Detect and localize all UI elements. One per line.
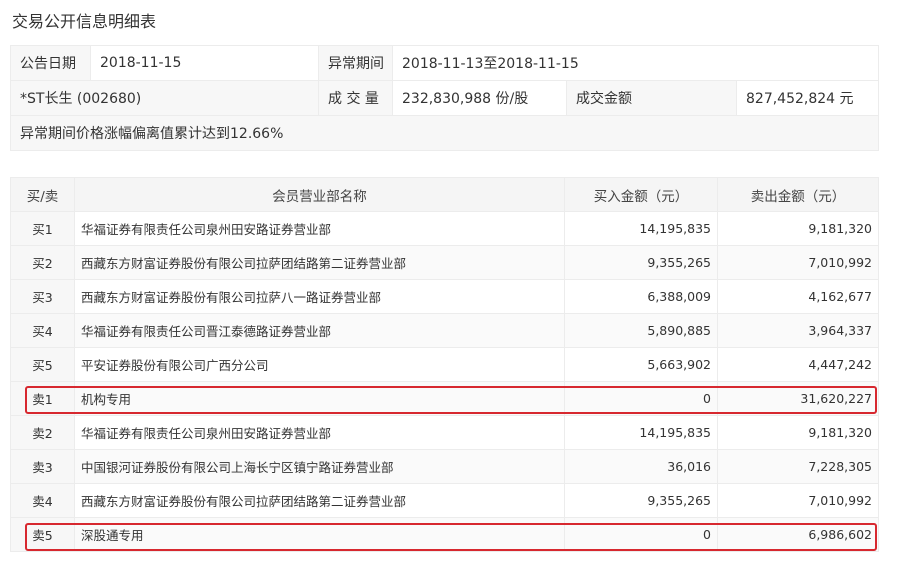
col-header-side: 买/卖 [10,177,75,212]
side-cell: 买5 [10,347,75,382]
buy-amount-cell: 5,663,902 [564,347,718,382]
buy-amount-cell: 14,195,835 [564,211,718,246]
branch-cell: 华福证券有限责任公司晋江泰德路证券营业部 [74,313,565,348]
volume-label: 成 交 量 [318,80,393,116]
sell-amount-cell: 7,228,305 [717,449,879,484]
amount-value: 827,452,824 元 [735,80,880,116]
table-row: 买4 华福证券有限责任公司晋江泰德路证券营业部 5,890,885 3,964,… [10,313,879,348]
branch-cell: 机构专用 [74,381,565,416]
col-header-sell: 卖出金额（元） [717,177,879,212]
info-row-note: 异常期间价格涨幅偏离值累计达到12.66% [9,115,880,151]
volume-value: 232,830,988 份/股 [392,80,567,116]
table-row: 卖3 中国银河证券股份有限公司上海长宁区镇宁路证券营业部 36,016 7,22… [10,449,879,484]
side-cell: 买1 [10,211,75,246]
table-header-row: 买/卖 会员营业部名称 买入金额（元） 卖出金额（元） [10,177,879,212]
side-cell: 卖2 [10,415,75,450]
col-header-buy: 买入金额（元） [564,177,718,212]
branch-cell: 华福证券有限责任公司泉州田安路证券营业部 [74,415,565,450]
sell-amount-cell: 6,986,602 [717,517,879,552]
table-row: 卖4 西藏东方财富证券股份有限公司拉萨团结路第二证券营业部 9,355,265 … [10,483,879,518]
table-row: 买1 华福证券有限责任公司泉州田安路证券营业部 14,195,835 9,181… [10,211,879,246]
buy-amount-cell: 14,195,835 [564,415,718,450]
branch-cell: 华福证券有限责任公司泉州田安路证券营业部 [74,211,565,246]
branch-cell: 西藏东方财富证券股份有限公司拉萨团结路第二证券营业部 [74,483,565,518]
table-row: 买5 平安证券股份有限公司广西分公司 5,663,902 4,447,242 [10,347,879,382]
buy-amount-cell: 9,355,265 [564,245,718,280]
sell-amount-cell: 3,964,337 [717,313,879,348]
period-value: 2018-11-13至2018-11-15 [391,45,880,81]
sell-amount-cell: 4,447,242 [717,347,879,382]
sell-amount-cell: 7,010,992 [717,245,879,280]
sell-amount-cell: 31,620,227 [717,381,879,416]
buy-amount-cell: 0 [564,381,718,416]
buy-amount-cell: 0 [564,517,718,552]
trade-detail-table: 买/卖 会员营业部名称 买入金额（元） 卖出金额（元） 买1 华福证券有限责任公… [10,177,879,552]
table-row: 买2 西藏东方财富证券股份有限公司拉萨团结路第二证券营业部 9,355,265 … [10,245,879,280]
table-row: 卖2 华福证券有限责任公司泉州田安路证券营业部 14,195,835 9,181… [10,415,879,450]
table-row: 卖1 机构专用 0 31,620,227 [10,381,879,416]
amount-label: 成交金额 [566,80,737,116]
stock-name: *ST长生 (002680) [10,80,319,116]
branch-cell: 西藏东方财富证券股份有限公司拉萨八一路证券营业部 [74,279,565,314]
date-value: 2018-11-15 [90,45,319,81]
buy-amount-cell: 36,016 [564,449,718,484]
side-cell: 买3 [10,279,75,314]
side-cell: 买2 [10,245,75,280]
sell-amount-cell: 7,010,992 [717,483,879,518]
date-label: 公告日期 [10,45,91,81]
buy-amount-cell: 6,388,009 [564,279,718,314]
info-row-date: 公告日期 2018-11-15 异常期间 2018-11-13至2018-11-… [10,45,880,81]
table-row: 买3 西藏东方财富证券股份有限公司拉萨八一路证券营业部 6,388,009 4,… [10,279,879,314]
branch-cell: 平安证券股份有限公司广西分公司 [74,347,565,382]
buy-amount-cell: 9,355,265 [564,483,718,518]
side-cell: 卖3 [10,449,75,484]
deviation-note: 异常期间价格涨幅偏离值累计达到12.66% [9,115,880,151]
info-row-stock: *ST长生 (002680) 成 交 量 232,830,988 份/股 成交金… [10,80,880,116]
info-table: 公告日期 2018-11-15 异常期间 2018-11-13至2018-11-… [9,45,880,151]
col-header-branch: 会员营业部名称 [74,177,565,212]
side-cell: 卖1 [10,381,75,416]
page-title: 交易公开信息明细表 [12,12,157,31]
sell-amount-cell: 9,181,320 [717,415,879,450]
sell-amount-cell: 9,181,320 [717,211,879,246]
branch-cell: 深股通专用 [74,517,565,552]
branch-cell: 中国银河证券股份有限公司上海长宁区镇宁路证券营业部 [74,449,565,484]
period-label: 异常期间 [318,45,393,81]
side-cell: 买4 [10,313,75,348]
table-row: 卖5 深股通专用 0 6,986,602 [10,517,879,552]
buy-amount-cell: 5,890,885 [564,313,718,348]
branch-cell: 西藏东方财富证券股份有限公司拉萨团结路第二证券营业部 [74,245,565,280]
side-cell: 卖5 [10,517,75,552]
sell-amount-cell: 4,162,677 [717,279,879,314]
side-cell: 卖4 [10,483,75,518]
